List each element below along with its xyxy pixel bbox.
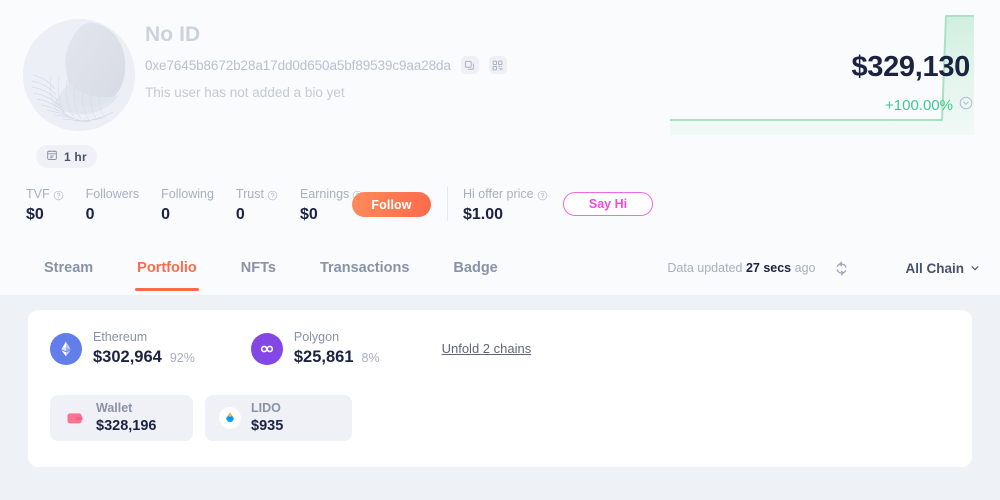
tab-list: Stream Portfolio NFTs Transactions Badge <box>22 245 520 291</box>
refresh-icon[interactable] <box>831 258 851 278</box>
chain-share: 8% <box>362 351 380 365</box>
tab-badge[interactable]: Badge <box>431 245 519 291</box>
chain-share: 92% <box>170 351 195 365</box>
portfolio-content: Ethereum $302,964 92% <box>0 295 1000 500</box>
stat-trust: Trust 0 <box>236 186 278 224</box>
chain-amount: $302,964 <box>93 347 162 367</box>
updated-suffix: ago <box>795 261 816 275</box>
data-updated-status: Data updated 27 secs ago <box>667 261 815 275</box>
stat-value: 0 <box>161 205 214 224</box>
profile-bio: This user has not added a bio yet <box>145 85 507 100</box>
chain-filter-label: All Chain <box>905 261 964 276</box>
updated-prefix: Data updated <box>667 261 742 275</box>
hi-offer-price-value: $1.00 <box>463 205 548 224</box>
chevron-down-circle-icon[interactable] <box>959 96 973 115</box>
help-icon[interactable] <box>53 189 64 200</box>
chevron-down-icon <box>970 261 980 276</box>
default-avatar-icon <box>23 19 135 131</box>
vertical-divider <box>447 186 448 221</box>
asset-name: Wallet <box>96 401 156 416</box>
hi-offer-price-label: Hi offer price <box>463 186 534 202</box>
help-icon[interactable] <box>267 189 278 200</box>
stat-following: Following 0 <box>161 186 214 224</box>
tab-bar-tools: Data updated 27 secs ago All Chain <box>667 245 980 291</box>
value-change-row: +100.00% <box>885 96 973 115</box>
stat-label-text: Followers <box>86 186 140 202</box>
tab-bar: Stream Portfolio NFTs Transactions Badge… <box>0 245 1000 295</box>
portfolio-card: Ethereum $302,964 92% <box>28 310 972 467</box>
updated-value: 27 secs <box>746 261 791 275</box>
asset-card-lido[interactable]: LIDO $935 <box>205 395 352 441</box>
chain-name: Ethereum <box>93 330 195 345</box>
stat-label-text: Trust <box>236 186 264 202</box>
stat-label-text: Following <box>161 186 214 202</box>
stat-value: 0 <box>236 205 278 224</box>
unfold-chains-link[interactable]: Unfold 2 chains <box>442 341 532 356</box>
avatar[interactable] <box>23 19 135 131</box>
ethereum-icon <box>50 333 82 365</box>
stat-label-text: Earnings <box>300 186 349 202</box>
time-range-label: 1 hr <box>64 150 87 164</box>
copy-icon[interactable] <box>461 56 479 74</box>
stat-value: $0 <box>26 205 64 224</box>
asset-amount: $935 <box>251 417 283 435</box>
stat-label-text: TVF <box>26 186 50 202</box>
tab-nfts[interactable]: NFTs <box>219 245 298 291</box>
chain-summary-row: Ethereum $302,964 92% <box>50 330 531 367</box>
stat-followers: Followers 0 <box>86 186 140 224</box>
chain-item-ethereum[interactable]: Ethereum $302,964 92% <box>50 330 195 367</box>
page-title: No ID <box>145 20 507 50</box>
asset-list: Wallet $328,196 LIDO $935 <box>50 395 352 441</box>
identity-block: No ID 0xe7645b8672b28a17dd0d650a5bf89539… <box>145 20 507 100</box>
polygon-icon <box>251 333 283 365</box>
chain-filter-select[interactable]: All Chain <box>905 261 980 276</box>
value-change-percent: +100.00% <box>885 97 953 114</box>
calendar-icon <box>46 148 58 166</box>
chain-name: Polygon <box>294 330 380 345</box>
asset-amount: $328,196 <box>96 417 156 435</box>
wallet-address[interactable]: 0xe7645b8672b28a17dd0d650a5bf89539c9aa28… <box>145 58 451 73</box>
asset-name: LIDO <box>251 401 283 416</box>
total-value: $329,130 <box>851 50 970 84</box>
time-range-badge[interactable]: 1 hr <box>36 145 97 168</box>
wallet-icon <box>64 407 86 429</box>
follow-button[interactable]: Follow <box>352 192 431 217</box>
tab-portfolio[interactable]: Portfolio <box>115 245 219 291</box>
tab-stream[interactable]: Stream <box>22 245 115 291</box>
help-icon[interactable] <box>537 189 548 200</box>
profile-stats: TVF $0 Followers 0 <box>26 186 385 224</box>
address-row: 0xe7645b8672b28a17dd0d650a5bf89539c9aa28… <box>145 54 507 76</box>
asset-card-wallet[interactable]: Wallet $328,196 <box>50 395 193 441</box>
chain-amount: $25,861 <box>294 347 354 367</box>
total-value-block: $329,130 +100.00% <box>670 0 1000 135</box>
chain-item-polygon[interactable]: Polygon $25,861 8% <box>251 330 380 367</box>
tab-transactions[interactable]: Transactions <box>298 245 431 291</box>
qr-code-icon[interactable] <box>489 56 507 74</box>
profile-page: No ID 0xe7645b8672b28a17dd0d650a5bf89539… <box>0 0 1000 500</box>
profile-header: No ID 0xe7645b8672b28a17dd0d650a5bf89539… <box>0 0 1000 295</box>
lido-drop-icon <box>219 407 241 429</box>
stat-tvf: TVF $0 <box>26 186 64 224</box>
hi-offer-price-block: Hi offer price $1.00 <box>463 186 548 224</box>
say-hi-button[interactable]: Say Hi <box>563 192 653 216</box>
stat-value: 0 <box>86 205 140 224</box>
